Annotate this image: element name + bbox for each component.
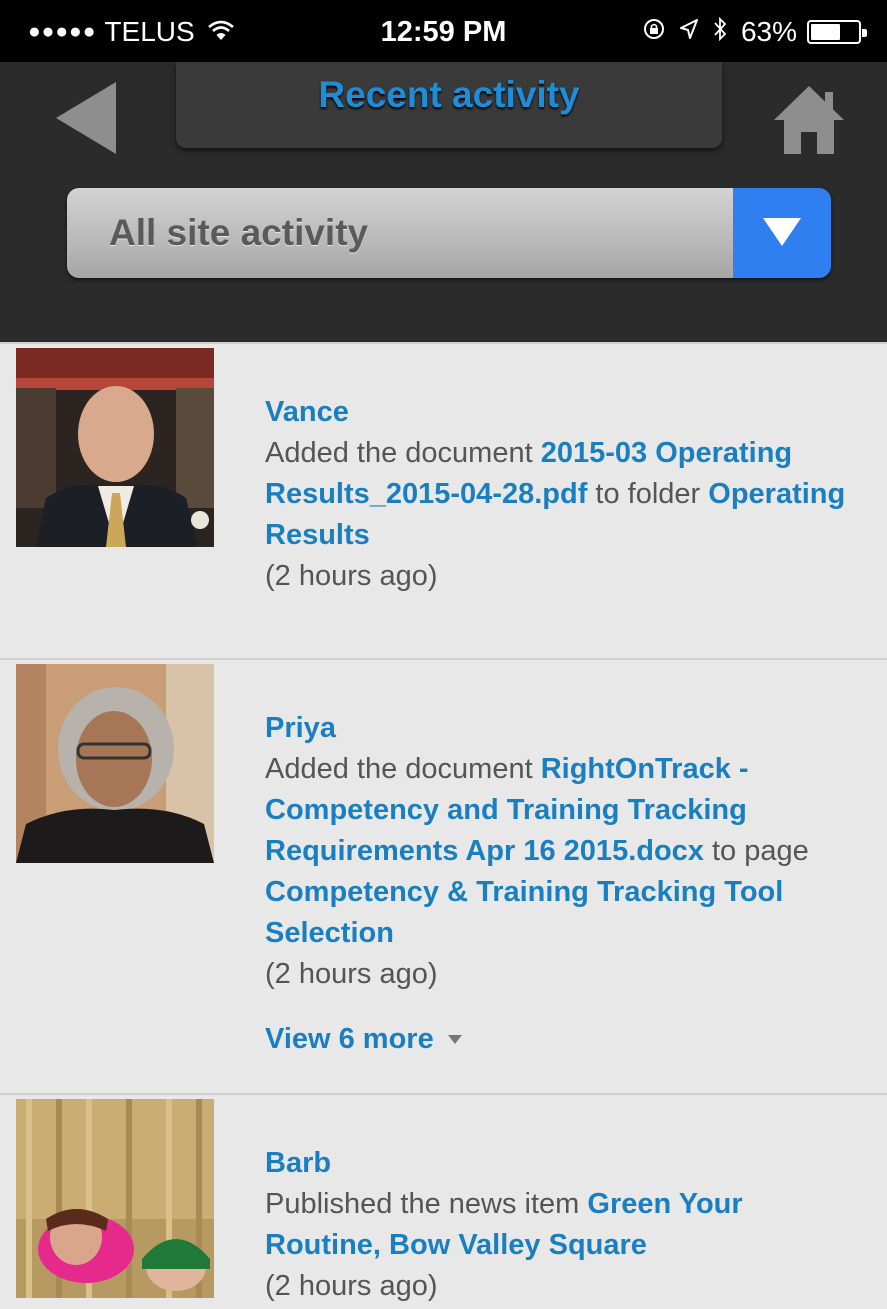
activity-description: Added the document RightOnTrack - Compet… <box>265 749 865 954</box>
user-name-link[interactable]: Vance <box>265 392 865 433</box>
battery-percent: 63% <box>740 16 797 47</box>
user-photo <box>16 348 214 547</box>
caret-down-icon <box>447 1035 462 1044</box>
action-text: Added the document <box>265 753 541 785</box>
view-more-link[interactable]: View 6 more <box>265 1019 865 1060</box>
user-photo <box>16 664 214 863</box>
battery-fill <box>811 24 840 40</box>
activity-text: Vance Added the document 2015-03 Operati… <box>265 392 865 597</box>
user-name-link[interactable]: Barb <box>265 1143 865 1184</box>
filter-dropdown-button[interactable] <box>733 188 831 278</box>
location-icon <box>679 18 699 47</box>
activity-filter-dropdown[interactable]: All site activity <box>67 188 831 278</box>
action-text: Published the news item <box>265 1188 588 1220</box>
filter-selected-value: All site activity <box>109 212 369 253</box>
user-name-link[interactable]: Priya <box>265 708 865 749</box>
avatar[interactable] <box>16 664 214 863</box>
battery-nub <box>862 29 867 37</box>
avatar[interactable] <box>16 348 214 547</box>
avatar[interactable] <box>16 1099 214 1298</box>
activity-item: Priya Added the document RightOnTrack - … <box>0 658 887 1095</box>
activity-text: Priya Added the document RightOnTrack - … <box>265 708 865 1060</box>
activity-time: (2 hours ago) <box>265 560 438 592</box>
orientation-lock-icon <box>643 18 665 47</box>
app-header: Recent activity All site activity <box>0 62 887 342</box>
activity-time: (2 hours ago) <box>265 958 438 990</box>
status-right: 63% <box>643 16 867 48</box>
joiner-text: to page <box>703 835 809 867</box>
view-more-label: View 6 more <box>265 1023 434 1055</box>
back-button[interactable] <box>56 82 118 154</box>
home-button[interactable] <box>772 82 846 156</box>
user-photo <box>16 1099 214 1298</box>
page-title: Recent activity <box>318 74 580 115</box>
home-icon <box>774 86 844 154</box>
battery-icon <box>807 20 867 44</box>
activity-item: Barb Published the news item Green Your … <box>0 1093 887 1309</box>
chevron-down-icon <box>763 218 801 246</box>
back-arrow-icon <box>56 82 116 154</box>
app-screen: ●●●●● TELUS 12:59 PM 63% Recent activity… <box>0 0 887 1309</box>
bluetooth-icon <box>713 16 727 48</box>
title-panel: Recent activity <box>176 62 722 148</box>
activity-feed: Vance Added the document 2015-03 Operati… <box>0 342 887 1309</box>
activity-description: Added the document 2015-03 Operating Res… <box>265 433 865 556</box>
joiner-text: to folder <box>587 478 709 510</box>
activity-item: Vance Added the document 2015-03 Operati… <box>0 342 887 660</box>
activity-text: Barb Published the news item Green Your … <box>265 1143 865 1307</box>
action-text: Added the document <box>265 437 541 469</box>
status-bar: ●●●●● TELUS 12:59 PM 63% <box>0 0 887 62</box>
filter-face: All site activity <box>67 188 733 278</box>
page-link[interactable]: Competency & Training Tracking Tool Sele… <box>265 876 783 949</box>
activity-time: (2 hours ago) <box>265 1270 438 1302</box>
activity-description: Published the news item Green Your Routi… <box>265 1184 865 1266</box>
